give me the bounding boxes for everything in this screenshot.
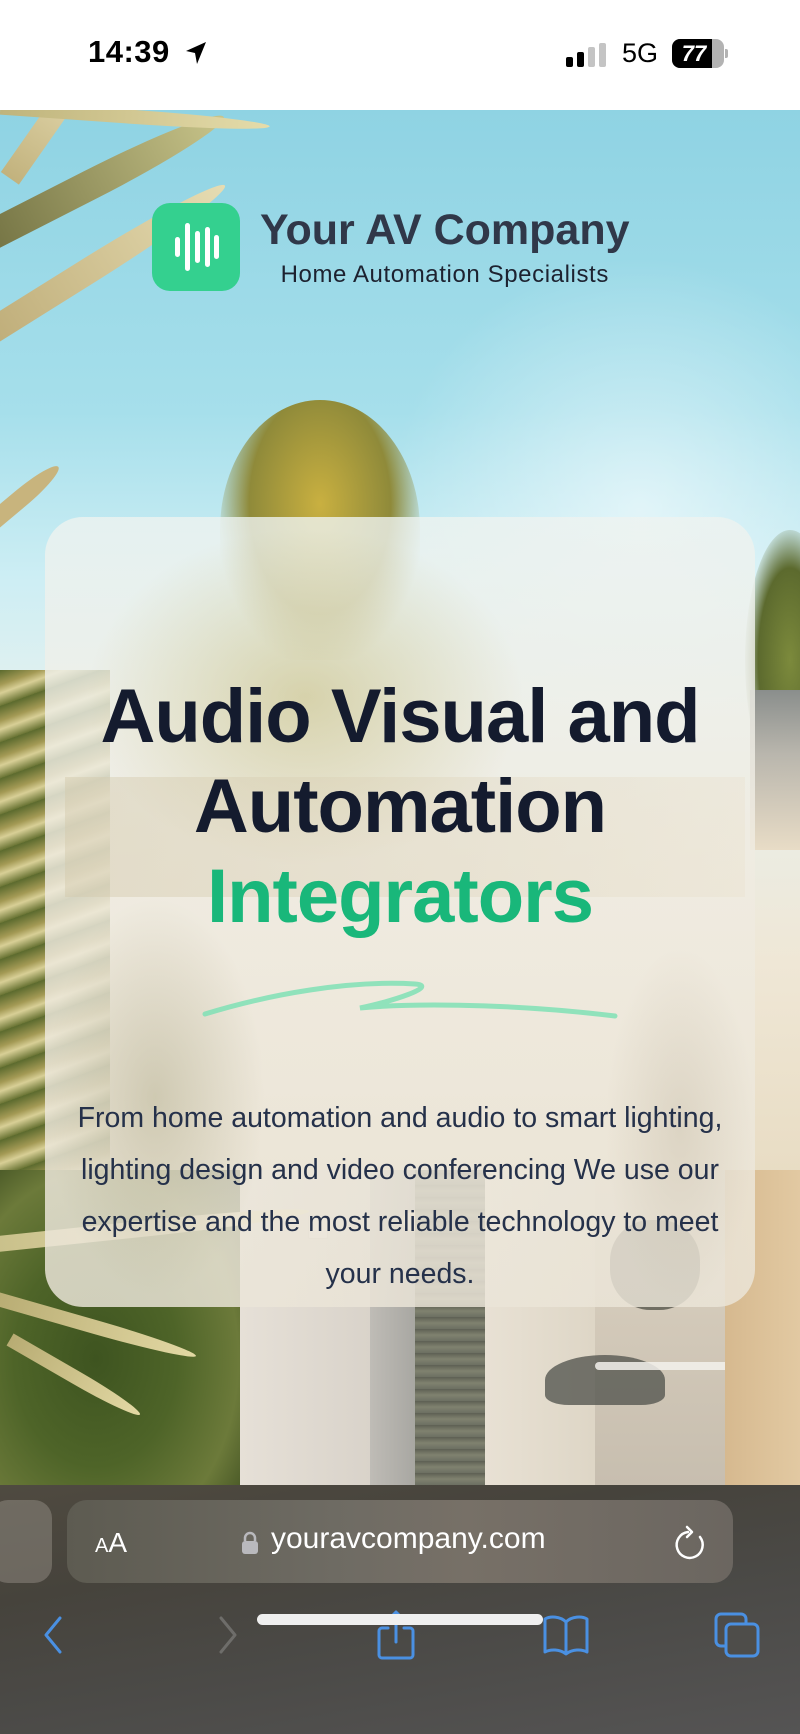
status-time: 14:39 (88, 34, 170, 69)
battery-body: 77 (672, 39, 724, 68)
brand-header[interactable]: Your AV Company Home Automation Speciali… (152, 203, 630, 291)
bookmarks-button[interactable] (541, 1605, 591, 1665)
text-size-small: A (95, 1535, 109, 1557)
forward-chevron-icon (219, 1616, 237, 1654)
hero-description: From home automation and audio to smart … (77, 1102, 723, 1290)
brand-tagline: Home Automation Specialists (280, 260, 609, 288)
headline-accent: Integrators (207, 854, 594, 939)
back-button[interactable] (28, 1605, 78, 1665)
headline-line-2: Automation (193, 764, 607, 849)
page-settings-button[interactable]: AA (95, 1527, 127, 1559)
battery-percent: 77 (681, 41, 707, 66)
brand-name: Your AV Company (260, 205, 630, 254)
back-chevron-icon (44, 1616, 62, 1654)
cellular-signal-icon (566, 43, 606, 67)
sound-wave-icon (175, 223, 219, 271)
tabs-button[interactable] (712, 1605, 762, 1665)
home-indicator[interactable] (257, 1614, 543, 1625)
hero-card: Audio Visual and Automation Integrators … (45, 517, 755, 1307)
hero-background-photo: Your AV Company Home Automation Speciali… (0, 110, 800, 1485)
palm-frond (0, 459, 65, 539)
battery-indicator: 77 (672, 39, 728, 68)
text-size-big: A (108, 1527, 128, 1558)
roof-edge (750, 690, 800, 850)
location-arrow-icon (186, 42, 206, 64)
url-text[interactable]: youravcompany.com (271, 1522, 546, 1556)
brand-text: Your AV Company Home Automation Speciali… (260, 206, 630, 289)
status-bar: 14:39 5G 77 (0, 0, 800, 110)
underline-squiggle (202, 980, 618, 1019)
reload-icon[interactable] (674, 1525, 708, 1561)
tabs-icon (714, 1612, 760, 1658)
lock-icon (242, 1531, 258, 1554)
hero-headline: Audio Visual and Automation Integrators (45, 672, 755, 942)
battery-cap (725, 49, 728, 58)
brand-logo (152, 203, 240, 291)
previous-tab-peek[interactable] (0, 1500, 52, 1583)
network-type: 5G (622, 38, 659, 68)
headline-line-1: Audio Visual and (100, 674, 700, 759)
browser-toolbar: AA youravcompany.com (0, 1485, 800, 1734)
forward-button[interactable] (203, 1605, 253, 1665)
bookmarks-book-icon (543, 1615, 589, 1656)
